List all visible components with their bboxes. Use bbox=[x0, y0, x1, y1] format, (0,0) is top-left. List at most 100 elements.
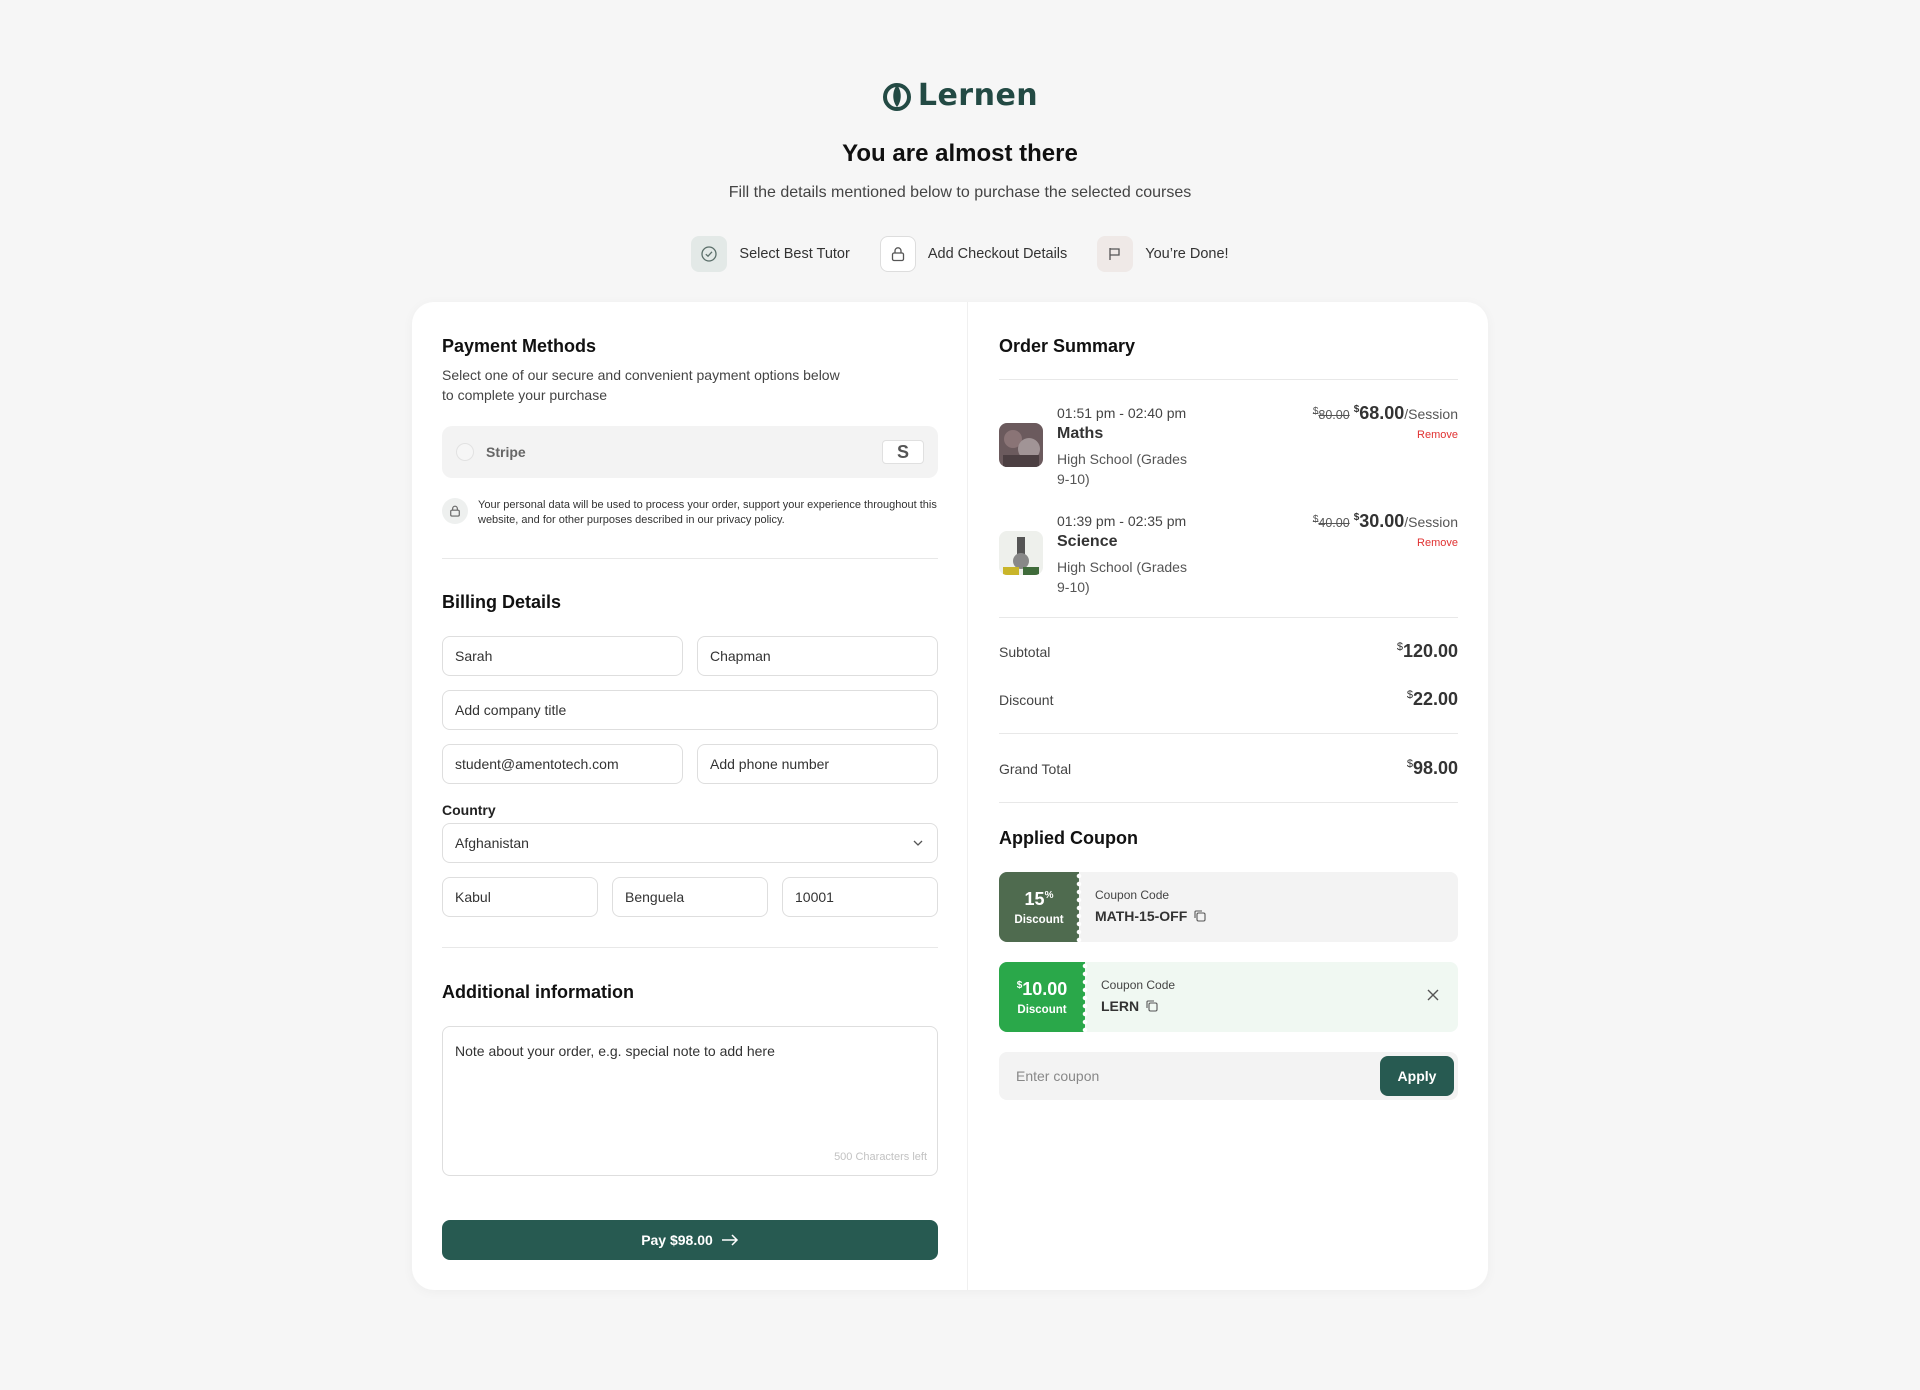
grand-total-row: Grand Total $98.00 bbox=[999, 758, 1458, 779]
coupon-code-label: Coupon Code bbox=[1101, 978, 1176, 992]
step-checkout-details[interactable]: Add Checkout Details bbox=[879, 236, 1067, 272]
subtotal-value: $120.00 bbox=[1396, 641, 1458, 661]
column-divider bbox=[967, 302, 968, 1290]
coupon-code: MATH-15-OFF bbox=[1095, 908, 1442, 924]
order-note-textarea[interactable]: Note about your order, e.g. special note… bbox=[442, 1026, 938, 1176]
privacy-notice: Your personal data will be used to proce… bbox=[442, 498, 938, 528]
lock-icon bbox=[879, 236, 916, 272]
copy-icon[interactable] bbox=[1193, 909, 1207, 923]
company-field[interactable]: Add company title bbox=[442, 690, 938, 730]
page-title: You are almost there bbox=[842, 140, 1078, 167]
checkout-card: Payment Methods Select one of our secure… bbox=[412, 302, 1488, 1290]
check-circle-icon bbox=[691, 236, 728, 272]
subtotal-label: Subtotal bbox=[999, 644, 1051, 660]
country-label: Country bbox=[442, 802, 496, 818]
order-item: 01:39 pm - 02:35 pm Science High School … bbox=[999, 511, 1458, 613]
current-price: $68.00 bbox=[1353, 403, 1405, 423]
additional-info-title: Additional information bbox=[442, 982, 634, 1002]
section-divider bbox=[999, 802, 1458, 803]
course-time: 01:51 pm - 02:40 pm bbox=[1057, 405, 1187, 421]
coupon-amount: $10.00 bbox=[1016, 978, 1068, 999]
coupon-amount: 15% bbox=[1024, 888, 1054, 909]
billing-details-title: Billing Details bbox=[442, 592, 562, 612]
lock-icon bbox=[442, 498, 468, 524]
remove-item-link[interactable]: Remove bbox=[1417, 537, 1458, 549]
payment-methods-description: Select one of our secure and convenient … bbox=[442, 367, 840, 403]
city-field[interactable]: Kabul bbox=[442, 877, 598, 917]
coupon-details: Coupon Code LERN bbox=[1085, 962, 1458, 1032]
checkout-steps: Select Best Tutor Add Checkout Details Y… bbox=[0, 236, 1920, 272]
brand-logo: Lernen bbox=[0, 78, 1920, 113]
last-name-field[interactable]: Chapman bbox=[697, 636, 938, 676]
pay-button[interactable]: Pay $98.00 bbox=[442, 1220, 938, 1260]
course-price: $40.00 $30.00 /Session bbox=[1313, 511, 1458, 532]
email-field[interactable]: student@amentotech.com bbox=[442, 744, 683, 784]
country-select[interactable]: Afghanistan bbox=[442, 823, 938, 863]
section-divider bbox=[999, 733, 1458, 734]
zip-field[interactable]: 10001 bbox=[782, 877, 938, 917]
course-subject: Maths bbox=[1057, 425, 1104, 442]
leaf-logo-icon bbox=[882, 82, 911, 111]
country-value: Afghanistan bbox=[455, 835, 529, 851]
price-unit: /Session bbox=[1404, 514, 1458, 530]
course-time: 01:39 pm - 02:35 pm bbox=[1057, 513, 1187, 529]
grand-total-value: $98.00 bbox=[1406, 758, 1458, 778]
course-level: High School (Grades 9-10) bbox=[1057, 559, 1187, 595]
discount-label: Discount bbox=[999, 692, 1054, 708]
step-label: You’re Done! bbox=[1145, 246, 1229, 262]
order-note-placeholder: Note about your order, e.g. special note… bbox=[455, 1043, 775, 1059]
price-unit: /Session bbox=[1404, 406, 1458, 422]
payment-option-label: Stripe bbox=[486, 444, 526, 460]
privacy-text: Your personal data will be used to proce… bbox=[478, 499, 937, 526]
section-divider bbox=[999, 617, 1458, 618]
order-summary-title: Order Summary bbox=[999, 336, 1136, 356]
section-divider bbox=[442, 947, 938, 948]
stripe-radio[interactable] bbox=[456, 443, 474, 461]
step-done[interactable]: You’re Done! bbox=[1097, 236, 1229, 272]
order-item: 01:51 pm - 02:40 pm Maths High School (G… bbox=[999, 403, 1458, 505]
apply-coupon-button[interactable]: Apply bbox=[1380, 1056, 1454, 1096]
coupon-caption: Discount bbox=[1017, 1003, 1067, 1016]
phone-field[interactable]: Add phone number bbox=[697, 744, 938, 784]
grand-total-label: Grand Total bbox=[999, 761, 1072, 777]
coupon-input[interactable] bbox=[1016, 1068, 1380, 1084]
subtotal-row: Subtotal $120.00 bbox=[999, 641, 1458, 662]
coupon-discount-badge: $10.00 Discount bbox=[999, 962, 1089, 1032]
old-price: $40.00 bbox=[1312, 513, 1350, 530]
coupon-code-label: Coupon Code bbox=[1095, 888, 1170, 902]
old-price: $80.00 bbox=[1312, 405, 1350, 422]
payment-methods-title: Payment Methods bbox=[442, 336, 597, 356]
copy-icon[interactable] bbox=[1145, 999, 1159, 1013]
pay-button-label: Pay $98.00 bbox=[641, 1232, 713, 1248]
remove-item-link[interactable]: Remove bbox=[1417, 429, 1458, 441]
brand-name: Lernen bbox=[917, 78, 1039, 113]
applied-coupon: 15% Discount Coupon Code MATH-15-OFF bbox=[999, 872, 1458, 942]
applied-coupon-title: Applied Coupon bbox=[999, 828, 1138, 848]
coupon-discount-badge: 15% Discount bbox=[999, 872, 1083, 942]
chars-left-counter: 500 Characters left bbox=[834, 1151, 927, 1163]
arrow-right-icon bbox=[721, 1234, 738, 1246]
coupon-caption: Discount bbox=[1014, 913, 1064, 926]
coupon-code: LERN bbox=[1101, 998, 1442, 1014]
close-icon[interactable] bbox=[1426, 988, 1440, 1007]
course-price: $80.00 $68.00 /Session bbox=[1313, 403, 1458, 424]
stripe-logo-icon: S bbox=[882, 440, 924, 464]
payment-option-stripe[interactable]: Stripe S bbox=[442, 426, 938, 478]
step-label: Select Best Tutor bbox=[739, 246, 850, 262]
chevron-down-icon bbox=[913, 840, 923, 846]
applied-coupon: $10.00 Discount Coupon Code LERN bbox=[999, 962, 1458, 1032]
course-thumbnail bbox=[999, 423, 1043, 467]
section-divider bbox=[442, 558, 938, 559]
current-price: $30.00 bbox=[1353, 511, 1405, 531]
coupon-entry: Apply bbox=[999, 1052, 1458, 1100]
discount-row: Discount $22.00 bbox=[999, 689, 1458, 710]
first-name-field[interactable]: Sarah bbox=[442, 636, 683, 676]
discount-value: $22.00 bbox=[1406, 689, 1458, 709]
state-field[interactable]: Benguela bbox=[612, 877, 768, 917]
course-thumbnail bbox=[999, 531, 1043, 575]
page-subtitle: Fill the details mentioned below to purc… bbox=[728, 184, 1192, 201]
section-divider bbox=[999, 379, 1458, 380]
course-level: High School (Grades 9-10) bbox=[1057, 451, 1187, 487]
step-select-tutor[interactable]: Select Best Tutor bbox=[691, 236, 850, 272]
course-subject: Science bbox=[1057, 533, 1118, 550]
